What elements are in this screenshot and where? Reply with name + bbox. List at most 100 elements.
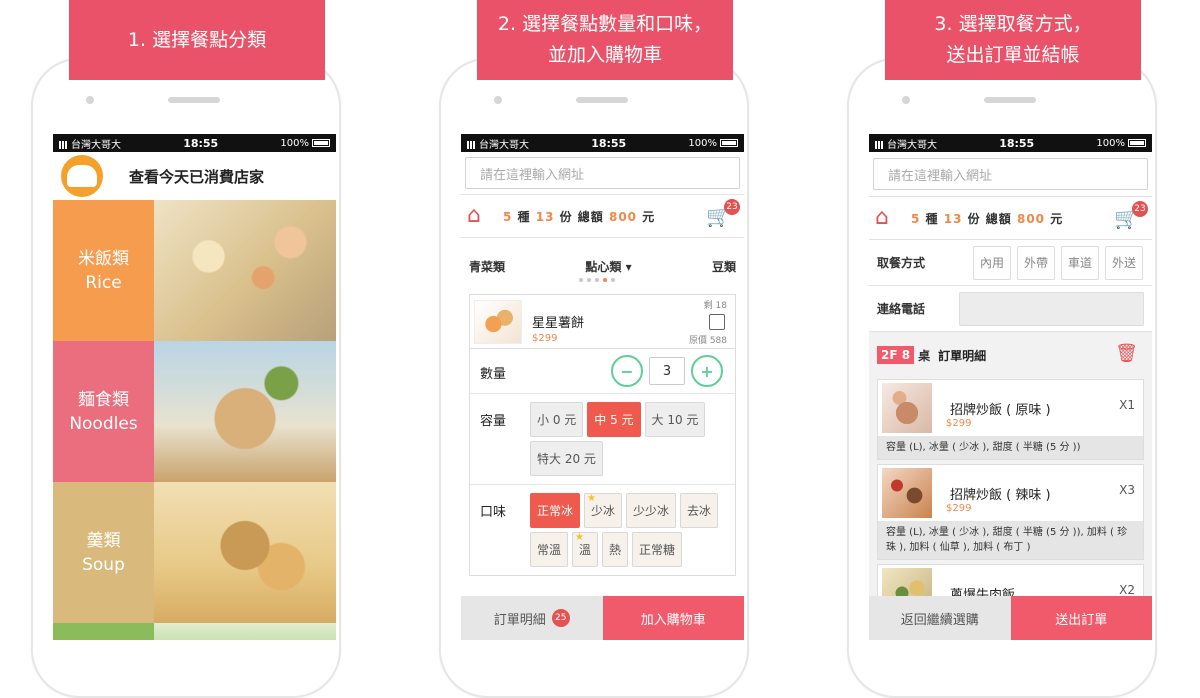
trash-icon[interactable]: 🗑 xyxy=(1115,343,1138,364)
order-summary: ⌂ 5 種 13 份 總額 800 元 🛒 23 xyxy=(461,194,744,238)
step3-title: 3. 選擇取餐方式， xyxy=(934,13,1092,35)
flavor-option[interactable]: 少少冰 xyxy=(626,493,677,528)
signal-icon xyxy=(467,140,477,149)
flavor-option[interactable]: 熱 xyxy=(602,532,629,567)
size-label: 容量 xyxy=(480,414,507,429)
pickup-takeout[interactable]: 外帶 xyxy=(1017,245,1055,280)
pickup-dine-in[interactable]: 內用 xyxy=(973,245,1011,280)
flavor-option[interactable]: ★ 少冰 xyxy=(584,493,623,528)
url-input[interactable]: 請在這裡輸入網址 xyxy=(465,157,740,189)
table-number: 2F 8 xyxy=(877,346,915,364)
flavor-option[interactable]: 去冰 xyxy=(680,493,719,528)
status-bar: 台灣大哥大 18:55 100% xyxy=(53,134,336,152)
home-icon[interactable]: ⌂ xyxy=(875,207,899,229)
category-rice[interactable]: 米飯類 Rice xyxy=(53,200,336,341)
category-zh: 米飯類 xyxy=(78,248,129,269)
order-item-name: 招牌炒飯 ( 原味 ) xyxy=(950,402,1051,418)
item-original-price: 原價 588 xyxy=(688,336,727,346)
order-title: 訂單明細 xyxy=(938,348,987,363)
url-input[interactable]: 請在這裡輸入網址 xyxy=(873,158,1148,190)
flavor-option[interactable]: 常溫 xyxy=(530,532,569,567)
pickup-label: 取餐方式 xyxy=(877,256,926,270)
step1-panel: 1. 選擇餐點分類 台灣大哥大 18:55 100% 查看今天已消費店家 米飯類… xyxy=(16,0,356,698)
category-en: Noodles xyxy=(69,413,138,434)
order-item-price: $299 xyxy=(946,503,972,514)
category-tabs: 青菜類 點心類 ▾ 豆類 xyxy=(461,238,744,294)
order-item[interactable]: 招牌炒飯 ( 原味 ) $299 X1 容量 (L), 冰量 ( 少冰 ), 甜… xyxy=(877,379,1144,460)
category-soup[interactable]: 羹類 Soup xyxy=(53,482,336,623)
battery-icon xyxy=(1127,138,1146,147)
submit-order-button[interactable]: 送出訂單 xyxy=(1010,596,1152,640)
bottom-bar: 返回繼續選購 送出訂單 xyxy=(869,596,1152,640)
table-suffix: 桌 xyxy=(918,348,931,363)
star-icon: ★ xyxy=(587,493,596,504)
status-bar: 台灣大哥大 18:55 100% xyxy=(869,134,1152,152)
tab-beans[interactable]: 豆類 xyxy=(712,258,736,275)
quantity-field[interactable]: 3 xyxy=(649,357,685,385)
order-item-photo xyxy=(882,468,932,518)
size-small-option[interactable]: 小 0 元 xyxy=(530,402,584,437)
speaker xyxy=(168,97,220,103)
page-indicator xyxy=(579,278,615,282)
flavor-option[interactable]: 正常冰 xyxy=(530,493,581,528)
step2-subtitle: 並加入購物車 xyxy=(547,44,662,66)
category-noodles[interactable]: 麵食類 Noodles xyxy=(53,341,336,482)
carrier: 台灣大哥大 xyxy=(71,139,121,151)
add-to-cart-button[interactable]: 加入購物車 xyxy=(602,596,744,640)
tab-snacks[interactable]: 點心類 ▾ xyxy=(585,258,631,275)
step2-title: 2. 選擇餐點數量和口味， xyxy=(497,13,713,35)
item-price: $299 xyxy=(532,333,558,344)
increment-button[interactable]: + xyxy=(691,355,723,387)
pickup-delivery[interactable]: 外送 xyxy=(1105,245,1143,280)
order-item-qty: X2 xyxy=(1119,583,1135,597)
battery-text: 100% xyxy=(688,137,717,149)
order-details-button[interactable]: 訂單明細 25 xyxy=(461,596,603,640)
order-header: 2F 8 桌 訂單明細 🗑 xyxy=(869,335,1152,375)
step2-panel: 2. 選擇餐點數量和口味， 並加入購物車 台灣大哥大 18:55 100% 請在… xyxy=(424,0,764,698)
home-icon[interactable]: ⌂ xyxy=(467,205,491,227)
page-title[interactable]: 查看今天已消費店家 xyxy=(129,166,264,187)
clock: 18:55 xyxy=(183,136,219,150)
summary-text: 5 種 13 份 總額 800 元 xyxy=(503,209,656,224)
quantity-label: 數量 xyxy=(480,367,507,382)
category-en: Rice xyxy=(85,272,122,293)
status-bar: 台灣大哥大 18:55 100% xyxy=(461,134,744,152)
clock: 18:55 xyxy=(999,136,1035,150)
chef-hat-logo-icon[interactable] xyxy=(61,155,103,197)
step3-subtitle: 送出訂單並結帳 xyxy=(946,44,1080,66)
order-item-detail: 容量 (L), 冰量 ( 少冰 ), 甜度 ( 半糖 (5 分 )), 加料 (… xyxy=(878,521,1143,559)
pickup-row: 取餐方式 內用 外帶 車道 外送 xyxy=(869,240,1152,286)
pickup-drive-thru[interactable]: 車道 xyxy=(1061,245,1099,280)
menu-item[interactable]: 星星薯餅 $299 剩 18 原價 588 xyxy=(469,294,736,348)
flavor-option[interactable]: 正常糖 xyxy=(632,532,683,567)
cart-badge: 23 xyxy=(724,199,740,215)
phone-input[interactable] xyxy=(958,291,1144,326)
battery-text: 100% xyxy=(1096,137,1125,149)
order-count-badge: 25 xyxy=(551,609,570,627)
camera-icon xyxy=(494,96,502,104)
continue-shopping-button[interactable]: 返回繼續選購 xyxy=(869,596,1011,640)
phone-label: 連絡電話 xyxy=(877,302,926,316)
size-medium-option[interactable]: 中 5 元 xyxy=(587,402,641,437)
step3-panel: 3. 選擇取餐方式， 送出訂單並結帳 台灣大哥大 18:55 100% 請在這裡… xyxy=(832,0,1172,698)
tab-vegetables[interactable]: 青菜類 xyxy=(469,258,505,275)
decrement-button[interactable]: − xyxy=(611,355,643,387)
step1-banner: 1. 選擇餐點分類 xyxy=(69,0,325,80)
step3-banner: 3. 選擇取餐方式， 送出訂單並結帳 xyxy=(885,0,1141,80)
star-icon: ★ xyxy=(575,532,584,543)
order-item[interactable]: 招牌炒飯 ( 辣味 ) $299 X3 容量 (L), 冰量 ( 少冰 ), 甜… xyxy=(877,464,1144,560)
item-photo xyxy=(474,299,522,344)
category-more[interactable] xyxy=(53,623,336,640)
speaker xyxy=(576,97,628,103)
fried-rice-photo xyxy=(154,200,336,341)
item-name: 星星薯餅 xyxy=(532,316,585,331)
item-checkbox[interactable] xyxy=(709,314,725,330)
order-item-photo xyxy=(882,383,932,433)
size-large-option[interactable]: 大 10 元 xyxy=(644,402,706,437)
summary-text: 5 種 13 份 總額 800 元 xyxy=(911,211,1064,226)
size-xl-option[interactable]: 特大 20 元 xyxy=(530,441,603,476)
camera-icon xyxy=(902,96,910,104)
screen3: 台灣大哥大 18:55 100% 請在這裡輸入網址 ⌂ 5 種 13 份 總額 … xyxy=(869,134,1152,640)
flavor-option[interactable]: ★ 溫 xyxy=(572,532,599,567)
quantity-row: 數量 − 3 + xyxy=(470,349,735,394)
